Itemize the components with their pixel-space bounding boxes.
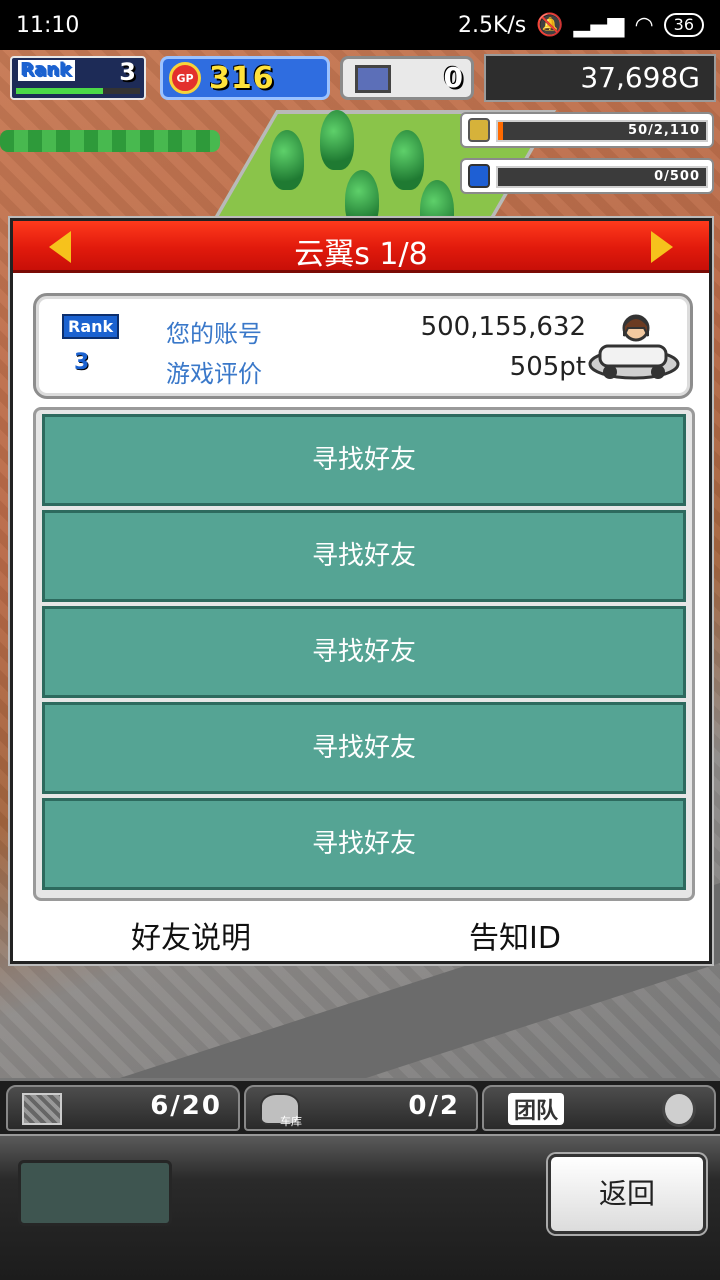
rating-value: 505pt	[509, 352, 586, 382]
account-value: 500,155,632	[420, 312, 586, 342]
fuel-text: 0/500	[654, 169, 700, 184]
tree-icon	[270, 130, 304, 190]
network-speed: 2.5K/s	[457, 12, 527, 38]
find-friend-slot-5[interactable]: 寻找好友	[42, 798, 686, 890]
status-bar: 11:10 2.5K/s 🔕 ▂▄▆ ◠ 36	[0, 0, 720, 50]
bottom-panel: 返回	[0, 1134, 720, 1280]
staff-face-icon	[662, 1091, 696, 1127]
account-label: 您的账号	[166, 320, 262, 348]
friends-dialog: 云翼s 1/8 Rank 3 您的账号 游戏评价 500,155,632 505…	[10, 218, 712, 964]
signal-icon: ▂▄▆	[573, 12, 625, 38]
crate-icon	[22, 1093, 62, 1125]
computer-value: 0	[443, 61, 463, 94]
tree-icon	[390, 130, 424, 190]
next-page-arrow-icon[interactable]	[651, 231, 673, 263]
friend-help-button[interactable]: 好友说明	[131, 913, 251, 957]
fuel-track: 0/500	[496, 166, 708, 188]
computer-icon	[355, 65, 391, 93]
tab-garage[interactable]: 车库 0/2	[244, 1085, 478, 1131]
resource-bar-fuel: 0/500	[460, 158, 714, 194]
bottom-tabs: 6/20 车库 0/2 团队	[0, 1078, 720, 1134]
gp-value: 316	[209, 60, 275, 96]
coin-fill	[498, 122, 503, 140]
find-friend-slot-3[interactable]: 寻找好友	[42, 606, 686, 698]
notify-id-button[interactable]: 告知ID	[469, 913, 561, 957]
rank-progress-fill	[16, 88, 103, 94]
coin-text: 50/2,110	[628, 123, 700, 138]
garage-count: 0/2	[408, 1091, 460, 1121]
friend-list: 寻找好友 寻找好友 寻找好友 寻找好友 寻找好友	[33, 407, 695, 901]
resource-bar-coins: 50/2,110	[460, 112, 714, 148]
coin-stack-icon	[468, 118, 490, 142]
find-friend-slot-2[interactable]: 寻找好友	[42, 510, 686, 602]
player-car-icon	[588, 314, 680, 380]
find-friend-slot-4[interactable]: 寻找好友	[42, 702, 686, 794]
tab-team[interactable]: 团队	[482, 1085, 716, 1131]
dialog-title: 云翼s 1/8	[294, 237, 428, 272]
gp-icon: GP	[169, 62, 201, 94]
dialog-header: 云翼s 1/8	[13, 221, 709, 273]
rank-value: 3	[119, 58, 136, 86]
wifi-icon: ◠	[634, 12, 654, 38]
status-right: 2.5K/s 🔕 ▂▄▆ ◠ 36	[458, 13, 704, 38]
status-time: 11:10	[16, 12, 80, 38]
team-label: 团队	[508, 1093, 565, 1125]
fuel-bottle-icon	[468, 164, 490, 188]
garage-caption: 车库	[280, 1115, 302, 1128]
money-display: 37,698G	[484, 54, 716, 102]
rank-progress-bar	[16, 88, 140, 94]
info-rank-label: Rank	[62, 314, 120, 339]
account-info-card: Rank 3 您的账号 游戏评价 500,155,632 505pt	[33, 293, 693, 399]
materials-count: 6/20	[150, 1091, 222, 1121]
battery-icon: 36	[663, 13, 704, 37]
tab-materials[interactable]: 6/20	[6, 1085, 240, 1131]
coin-track: 50/2,110	[496, 120, 708, 142]
top-hud: Rank 3 GP 316 0 37,698G	[0, 52, 720, 102]
tree-icon	[320, 110, 354, 170]
message-box[interactable]	[18, 1160, 172, 1226]
rating-label: 游戏评价	[166, 360, 262, 388]
mute-icon: 🔕	[536, 12, 564, 38]
back-button[interactable]: 返回	[548, 1154, 706, 1234]
gp-counter[interactable]: GP 316	[160, 56, 330, 100]
find-friend-slot-1[interactable]: 寻找好友	[42, 414, 686, 506]
computer-counter[interactable]: 0	[340, 56, 474, 100]
info-rank-value: 3	[74, 350, 90, 375]
hedge	[0, 130, 220, 152]
rank-label: Rank	[18, 60, 75, 81]
rank-indicator[interactable]: Rank 3	[10, 56, 146, 100]
